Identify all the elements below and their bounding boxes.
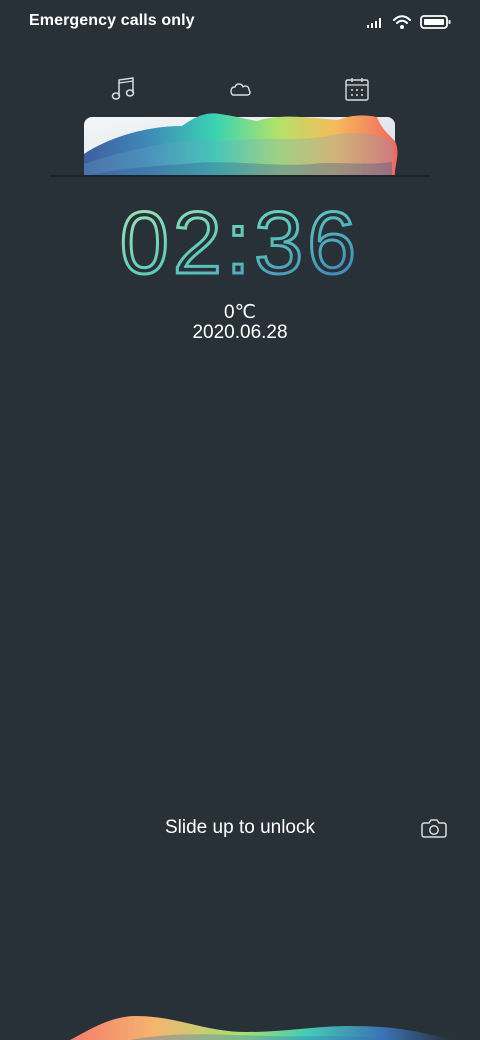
- widget-icons: [0, 76, 480, 102]
- date-text: 2020.06.28: [192, 322, 288, 343]
- weather-cloud-icon[interactable]: [227, 76, 253, 102]
- camera-icon[interactable]: [421, 817, 447, 839]
- battery-icon: [420, 15, 451, 29]
- wifi-icon: [393, 15, 411, 29]
- unlock-hint[interactable]: Slide up to unlock: [0, 817, 480, 839]
- status-icons: [366, 12, 452, 32]
- clock-display: 02:36: [118, 200, 360, 284]
- temperature: 0℃: [224, 302, 256, 323]
- calendar-icon[interactable]: [344, 76, 370, 102]
- carrier-status: Emergency calls only: [29, 12, 195, 29]
- bottom-wave: [70, 1016, 452, 1040]
- music-icon[interactable]: [110, 76, 136, 102]
- clock-time: 02:36: [120, 200, 360, 284]
- widget-artwork: [50, 113, 430, 177]
- signal-icon: [367, 18, 381, 28]
- status-bar: Emergency calls only: [0, 0, 480, 44]
